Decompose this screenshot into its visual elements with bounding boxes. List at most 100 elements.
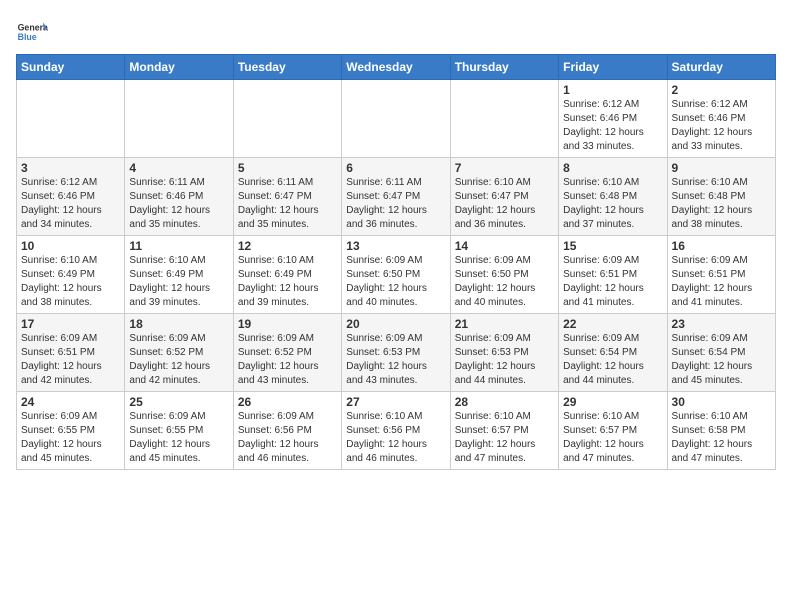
day-info: Sunrise: 6:10 AM Sunset: 6:49 PM Dayligh… [21,254,120,310]
day-number: 8 [563,161,662,175]
day-number: 7 [455,161,554,175]
week-row-5: 24Sunrise: 6:09 AM Sunset: 6:55 PM Dayli… [17,392,776,470]
day-info: Sunrise: 6:09 AM Sunset: 6:55 PM Dayligh… [129,410,228,466]
page-header: General Blue [16,16,776,48]
calendar-cell: 12Sunrise: 6:10 AM Sunset: 6:49 PM Dayli… [233,236,341,314]
day-header-thursday: Thursday [450,55,558,80]
day-header-monday: Monday [125,55,233,80]
day-info: Sunrise: 6:10 AM Sunset: 6:58 PM Dayligh… [672,410,771,466]
day-info: Sunrise: 6:12 AM Sunset: 6:46 PM Dayligh… [21,176,120,232]
day-number: 5 [238,161,337,175]
day-info: Sunrise: 6:10 AM Sunset: 6:56 PM Dayligh… [346,410,445,466]
day-number: 9 [672,161,771,175]
day-info: Sunrise: 6:10 AM Sunset: 6:47 PM Dayligh… [455,176,554,232]
day-info: Sunrise: 6:10 AM Sunset: 6:57 PM Dayligh… [563,410,662,466]
day-number: 19 [238,317,337,331]
calendar-cell: 24Sunrise: 6:09 AM Sunset: 6:55 PM Dayli… [17,392,125,470]
day-number: 15 [563,239,662,253]
calendar-cell [125,80,233,158]
day-number: 28 [455,395,554,409]
calendar-cell: 1Sunrise: 6:12 AM Sunset: 6:46 PM Daylig… [559,80,667,158]
day-number: 25 [129,395,228,409]
calendar-cell: 3Sunrise: 6:12 AM Sunset: 6:46 PM Daylig… [17,158,125,236]
general-blue-logo-icon: General Blue [16,16,48,48]
day-info: Sunrise: 6:09 AM Sunset: 6:52 PM Dayligh… [238,332,337,388]
calendar-cell: 22Sunrise: 6:09 AM Sunset: 6:54 PM Dayli… [559,314,667,392]
day-info: Sunrise: 6:09 AM Sunset: 6:50 PM Dayligh… [455,254,554,310]
calendar-cell: 29Sunrise: 6:10 AM Sunset: 6:57 PM Dayli… [559,392,667,470]
week-row-1: 1Sunrise: 6:12 AM Sunset: 6:46 PM Daylig… [17,80,776,158]
calendar-cell: 15Sunrise: 6:09 AM Sunset: 6:51 PM Dayli… [559,236,667,314]
day-number: 11 [129,239,228,253]
days-of-week-row: SundayMondayTuesdayWednesdayThursdayFrid… [17,55,776,80]
calendar-cell: 21Sunrise: 6:09 AM Sunset: 6:53 PM Dayli… [450,314,558,392]
day-info: Sunrise: 6:09 AM Sunset: 6:51 PM Dayligh… [563,254,662,310]
day-number: 14 [455,239,554,253]
week-row-2: 3Sunrise: 6:12 AM Sunset: 6:46 PM Daylig… [17,158,776,236]
day-info: Sunrise: 6:09 AM Sunset: 6:54 PM Dayligh… [672,332,771,388]
day-number: 4 [129,161,228,175]
calendar-cell: 19Sunrise: 6:09 AM Sunset: 6:52 PM Dayli… [233,314,341,392]
day-number: 16 [672,239,771,253]
day-info: Sunrise: 6:11 AM Sunset: 6:47 PM Dayligh… [238,176,337,232]
calendar-cell: 9Sunrise: 6:10 AM Sunset: 6:48 PM Daylig… [667,158,775,236]
day-info: Sunrise: 6:09 AM Sunset: 6:53 PM Dayligh… [346,332,445,388]
day-number: 1 [563,83,662,97]
day-info: Sunrise: 6:09 AM Sunset: 6:51 PM Dayligh… [672,254,771,310]
calendar-cell: 4Sunrise: 6:11 AM Sunset: 6:46 PM Daylig… [125,158,233,236]
calendar-cell: 7Sunrise: 6:10 AM Sunset: 6:47 PM Daylig… [450,158,558,236]
day-number: 13 [346,239,445,253]
calendar-cell: 23Sunrise: 6:09 AM Sunset: 6:54 PM Dayli… [667,314,775,392]
calendar-cell: 20Sunrise: 6:09 AM Sunset: 6:53 PM Dayli… [342,314,450,392]
svg-text:Blue: Blue [18,32,37,42]
calendar-cell: 18Sunrise: 6:09 AM Sunset: 6:52 PM Dayli… [125,314,233,392]
day-info: Sunrise: 6:09 AM Sunset: 6:55 PM Dayligh… [21,410,120,466]
day-header-sunday: Sunday [17,55,125,80]
day-number: 29 [563,395,662,409]
calendar-cell: 8Sunrise: 6:10 AM Sunset: 6:48 PM Daylig… [559,158,667,236]
day-info: Sunrise: 6:09 AM Sunset: 6:51 PM Dayligh… [21,332,120,388]
day-number: 23 [672,317,771,331]
day-info: Sunrise: 6:10 AM Sunset: 6:49 PM Dayligh… [238,254,337,310]
calendar-header: SundayMondayTuesdayWednesdayThursdayFrid… [17,55,776,80]
day-number: 18 [129,317,228,331]
day-header-tuesday: Tuesday [233,55,341,80]
week-row-4: 17Sunrise: 6:09 AM Sunset: 6:51 PM Dayli… [17,314,776,392]
day-number: 10 [21,239,120,253]
calendar-cell [450,80,558,158]
day-number: 3 [21,161,120,175]
day-number: 21 [455,317,554,331]
calendar-cell: 30Sunrise: 6:10 AM Sunset: 6:58 PM Dayli… [667,392,775,470]
day-info: Sunrise: 6:09 AM Sunset: 6:54 PM Dayligh… [563,332,662,388]
calendar-cell: 27Sunrise: 6:10 AM Sunset: 6:56 PM Dayli… [342,392,450,470]
calendar-cell: 25Sunrise: 6:09 AM Sunset: 6:55 PM Dayli… [125,392,233,470]
calendar-cell [233,80,341,158]
calendar-cell: 6Sunrise: 6:11 AM Sunset: 6:47 PM Daylig… [342,158,450,236]
calendar-cell: 2Sunrise: 6:12 AM Sunset: 6:46 PM Daylig… [667,80,775,158]
day-info: Sunrise: 6:11 AM Sunset: 6:47 PM Dayligh… [346,176,445,232]
calendar-cell [17,80,125,158]
week-row-3: 10Sunrise: 6:10 AM Sunset: 6:49 PM Dayli… [17,236,776,314]
day-info: Sunrise: 6:10 AM Sunset: 6:48 PM Dayligh… [563,176,662,232]
day-info: Sunrise: 6:10 AM Sunset: 6:48 PM Dayligh… [672,176,771,232]
day-number: 6 [346,161,445,175]
day-header-wednesday: Wednesday [342,55,450,80]
calendar-cell: 5Sunrise: 6:11 AM Sunset: 6:47 PM Daylig… [233,158,341,236]
calendar-table: SundayMondayTuesdayWednesdayThursdayFrid… [16,54,776,470]
day-info: Sunrise: 6:10 AM Sunset: 6:57 PM Dayligh… [455,410,554,466]
day-number: 17 [21,317,120,331]
calendar-cell: 10Sunrise: 6:10 AM Sunset: 6:49 PM Dayli… [17,236,125,314]
day-number: 22 [563,317,662,331]
day-info: Sunrise: 6:10 AM Sunset: 6:49 PM Dayligh… [129,254,228,310]
day-number: 2 [672,83,771,97]
day-number: 20 [346,317,445,331]
calendar-cell [342,80,450,158]
calendar-body: 1Sunrise: 6:12 AM Sunset: 6:46 PM Daylig… [17,80,776,470]
day-info: Sunrise: 6:12 AM Sunset: 6:46 PM Dayligh… [563,98,662,154]
day-number: 12 [238,239,337,253]
logo: General Blue [16,16,48,48]
calendar-cell: 26Sunrise: 6:09 AM Sunset: 6:56 PM Dayli… [233,392,341,470]
day-header-saturday: Saturday [667,55,775,80]
day-info: Sunrise: 6:09 AM Sunset: 6:53 PM Dayligh… [455,332,554,388]
calendar-cell: 11Sunrise: 6:10 AM Sunset: 6:49 PM Dayli… [125,236,233,314]
